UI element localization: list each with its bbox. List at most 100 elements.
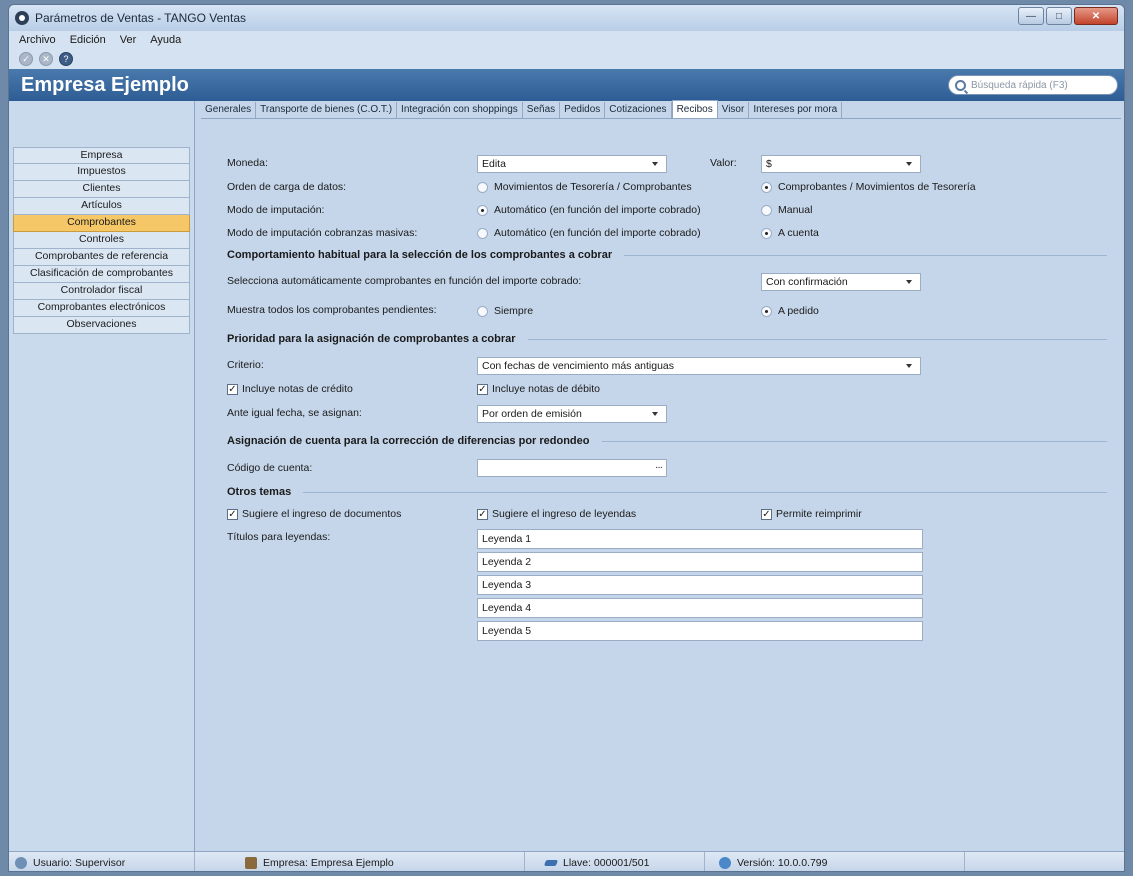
sidebar-item-clasificacion[interactable]: Clasificación de comprobantes xyxy=(13,266,190,283)
menu-edicion[interactable]: Edición xyxy=(70,34,106,46)
tab-transporte[interactable]: Transporte de bienes (C.O.T.) xyxy=(256,102,398,118)
window-title: Parámetros de Ventas - TANGO Ventas xyxy=(35,11,246,25)
tab-cotizaciones[interactable]: Cotizaciones xyxy=(605,102,672,118)
selecciona-value: Con confirmación xyxy=(766,276,848,288)
tab-strip: Generales Transporte de bienes (C.O.T.) … xyxy=(201,100,1121,119)
minimize-button[interactable]: — xyxy=(1018,7,1044,25)
status-version-text: Versión: 10.0.0.799 xyxy=(737,856,828,869)
checkmark-icon: ✓ xyxy=(761,508,772,520)
sidebar-item-controles[interactable]: Controles xyxy=(13,232,190,249)
menu-bar: Archivo Edición Ver Ayuda xyxy=(9,31,1124,49)
menu-ayuda[interactable]: Ayuda xyxy=(150,34,181,46)
sidebar-item-comprobantes-referencia[interactable]: Comprobantes de referencia xyxy=(13,249,190,266)
leyenda-3-input[interactable]: Leyenda 3 xyxy=(477,575,923,595)
info-icon xyxy=(719,856,731,869)
status-empresa: Empresa: Empresa Ejemplo xyxy=(195,852,525,871)
tab-visor[interactable]: Visor xyxy=(718,102,750,118)
cancel-icon[interactable]: ✕ xyxy=(39,52,53,66)
maximize-button[interactable]: □ xyxy=(1046,7,1072,25)
codigo-cuenta-label: Código de cuenta: xyxy=(227,462,313,474)
notas-credito-checkbox[interactable]: ✓ Incluye notas de crédito xyxy=(227,383,353,395)
ante-igual-value: Por orden de emisión xyxy=(482,408,582,420)
orden-option-1: Movimientos de Tesorería / Comprobantes xyxy=(494,181,692,193)
radio-indicator xyxy=(761,204,772,216)
radio-indicator xyxy=(761,305,772,317)
masivas-radio-automatico[interactable]: Automático (en función del importe cobra… xyxy=(477,227,701,239)
permite-reimprimir-checkbox[interactable]: ✓ Permite reimprimir xyxy=(761,508,862,520)
title-bar: Parámetros de Ventas - TANGO Ventas — □ … xyxy=(9,5,1124,31)
leyenda-1-input[interactable]: Leyenda 1 xyxy=(477,529,923,549)
valor-label: Valor: xyxy=(710,157,737,169)
orden-radio-comprobantes[interactable]: Comprobantes / Movimientos de Tesorería xyxy=(761,181,976,193)
section-prioridad: Prioridad para la asignación de comproba… xyxy=(227,333,1107,345)
menu-ver[interactable]: Ver xyxy=(120,34,137,46)
modo-radio-manual[interactable]: Manual xyxy=(761,204,812,216)
sidebar-item-controlador-fiscal[interactable]: Controlador fiscal xyxy=(13,283,190,300)
key-icon xyxy=(543,859,559,866)
tab-pedidos[interactable]: Pedidos xyxy=(560,102,606,118)
leyenda-5-input[interactable]: Leyenda 5 xyxy=(477,621,923,641)
radio-indicator xyxy=(477,305,488,317)
tab-senas[interactable]: Señas xyxy=(523,102,561,118)
sidebar-item-comprobantes-electronicos[interactable]: Comprobantes electrónicos xyxy=(13,300,190,317)
tab-generales[interactable]: Generales xyxy=(201,102,257,118)
sidebar-item-observaciones[interactable]: Observaciones xyxy=(13,317,190,334)
tab-integracion[interactable]: Integración con shoppings xyxy=(397,102,523,118)
app-window: Parámetros de Ventas - TANGO Ventas — □ … xyxy=(8,4,1125,872)
sugiere-leyendas-label: Sugiere el ingreso de leyendas xyxy=(492,508,637,520)
criterio-value: Con fechas de vencimiento más antiguas xyxy=(482,360,675,372)
tab-intereses[interactable]: Intereses por mora xyxy=(749,102,843,118)
close-button[interactable]: ✕ xyxy=(1074,7,1118,25)
section-comportamiento-title: Comportamiento habitual para la selecció… xyxy=(227,249,613,261)
masivas-radio-a-cuenta[interactable]: A cuenta xyxy=(761,227,819,239)
muestra-radio-siempre[interactable]: Siempre xyxy=(477,305,533,317)
orden-radio-movimientos[interactable]: Movimientos de Tesorería / Comprobantes xyxy=(477,181,692,193)
leyenda-2-input[interactable]: Leyenda 2 xyxy=(477,552,923,572)
user-icon xyxy=(15,856,27,869)
status-llave: Llave: 000001/501 xyxy=(525,852,705,871)
modo-radio-automatico[interactable]: Automático (en función del importe cobra… xyxy=(477,204,701,216)
company-header: Empresa Ejemplo Búsqueda rápida (F3) xyxy=(9,69,1124,101)
notas-debito-label: Incluye notas de débito xyxy=(492,383,600,395)
codigo-cuenta-input[interactable]: ··· xyxy=(477,459,667,477)
sidebar-item-clientes[interactable]: Clientes xyxy=(13,181,190,198)
ante-igual-select[interactable]: Por orden de emisión xyxy=(477,405,667,423)
valor-select[interactable]: $ xyxy=(761,155,921,173)
moneda-value: Edita xyxy=(482,158,506,170)
masivas-option-1: Automático (en función del importe cobra… xyxy=(494,227,701,239)
notas-debito-checkbox[interactable]: ✓ Incluye notas de débito xyxy=(477,383,600,395)
sugiere-leyendas-checkbox[interactable]: ✓ Sugiere el ingreso de leyendas xyxy=(477,508,636,520)
section-asignacion: Asignación de cuenta para la corrección … xyxy=(227,435,1107,447)
ellipsis-button[interactable]: ··· xyxy=(655,460,663,476)
chevron-down-icon xyxy=(652,162,658,166)
window-controls: — □ ✕ xyxy=(1018,7,1118,25)
status-version: Versión: 10.0.0.799 xyxy=(705,852,965,871)
valor-value: $ xyxy=(766,158,772,170)
orden-option-2: Comprobantes / Movimientos de Tesorería xyxy=(778,181,976,193)
section-comportamiento: Comportamiento habitual para la selecció… xyxy=(227,249,1107,261)
help-icon[interactable]: ? xyxy=(59,52,73,66)
building-icon xyxy=(245,856,257,869)
section-prioridad-title: Prioridad para la asignación de comproba… xyxy=(227,333,516,345)
sidebar-item-articulos[interactable]: Artículos xyxy=(13,198,190,215)
criterio-select[interactable]: Con fechas de vencimiento más antiguas xyxy=(477,357,921,375)
selecciona-select[interactable]: Con confirmación xyxy=(761,273,921,291)
chevron-down-icon xyxy=(652,412,658,416)
sidebar-item-impuestos[interactable]: Impuestos xyxy=(13,164,190,181)
sidebar-item-comprobantes[interactable]: Comprobantes xyxy=(13,215,190,232)
modo-label: Modo de imputación: xyxy=(227,204,325,216)
moneda-select[interactable]: Edita xyxy=(477,155,667,173)
tab-recibos[interactable]: Recibos xyxy=(671,100,718,118)
status-llave-text: Llave: 000001/501 xyxy=(563,856,650,869)
leyenda-4-input[interactable]: Leyenda 4 xyxy=(477,598,923,618)
sidebar: Empresa Impuestos Clientes Artículos Com… xyxy=(9,101,195,851)
quick-search-input[interactable]: Búsqueda rápida (F3) xyxy=(948,75,1118,95)
muestra-radio-a-pedido[interactable]: A pedido xyxy=(761,305,819,317)
checkmark-icon: ✓ xyxy=(477,508,488,520)
sugiere-documentos-checkbox[interactable]: ✓ Sugiere el ingreso de documentos xyxy=(227,508,401,520)
status-usuario: Usuario: Supervisor xyxy=(9,852,195,871)
menu-archivo[interactable]: Archivo xyxy=(19,34,56,46)
sidebar-item-empresa[interactable]: Empresa xyxy=(13,147,190,164)
accept-icon[interactable]: ✓ xyxy=(19,52,33,66)
chevron-down-icon xyxy=(906,162,912,166)
